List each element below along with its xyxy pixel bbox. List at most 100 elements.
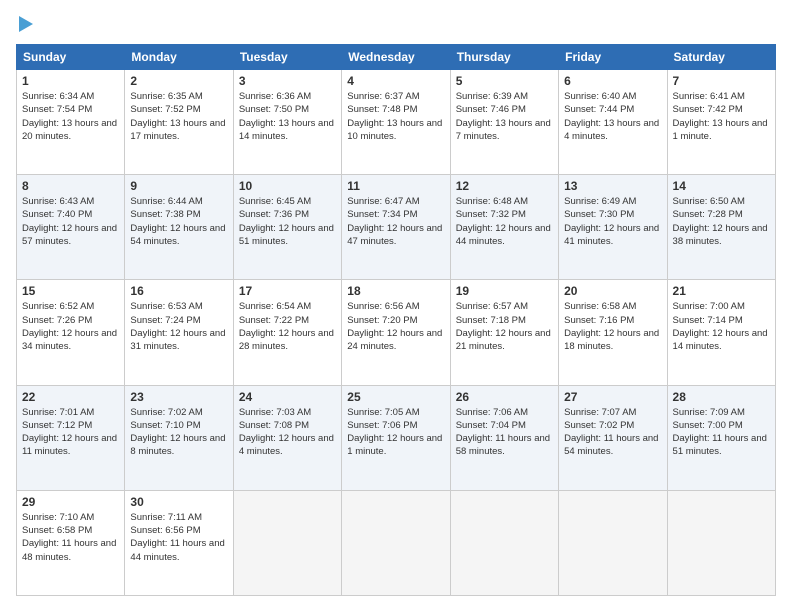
day-info: Sunrise: 6:48 AMSunset: 7:32 PMDaylight:… (456, 195, 553, 248)
calendar-cell: 8 Sunrise: 6:43 AMSunset: 7:40 PMDaylight… (17, 175, 125, 280)
day-info: Sunrise: 6:57 AMSunset: 7:18 PMDaylight:… (456, 300, 553, 353)
day-number: 19 (456, 284, 553, 298)
day-number: 1 (22, 74, 119, 88)
day-header-saturday: Saturday (667, 45, 775, 70)
day-number: 29 (22, 495, 119, 509)
header (16, 16, 776, 34)
calendar-week-row: 22Sunrise: 7:01 AMSunset: 7:12 PMDayligh… (17, 385, 776, 490)
day-header-friday: Friday (559, 45, 667, 70)
day-number: 3 (239, 74, 336, 88)
calendar-cell: 1 Sunrise: 6:34 AMSunset: 7:54 PMDaylight… (17, 70, 125, 175)
day-number: 7 (673, 74, 770, 88)
day-info: Sunrise: 6:56 AMSunset: 7:20 PMDaylight:… (347, 300, 444, 353)
calendar-cell: 14 Sunrise: 6:50 AMSunset: 7:28 PMDayligh… (667, 175, 775, 280)
calendar-table: SundayMondayTuesdayWednesdayThursdayFrid… (16, 44, 776, 596)
day-info: Sunrise: 6:39 AMSunset: 7:46 PMDaylight:… (456, 90, 553, 143)
day-number: 9 (130, 179, 227, 193)
day-number: 6 (564, 74, 661, 88)
day-info: Sunrise: 6:52 AMSunset: 7:26 PMDaylight:… (22, 300, 119, 353)
day-info: Sunrise: 7:02 AMSunset: 7:10 PMDaylight:… (130, 406, 227, 459)
day-info: Sunrise: 7:07 AMSunset: 7:02 PMDaylight:… (564, 406, 661, 459)
day-number: 13 (564, 179, 661, 193)
calendar-cell: 19 Sunrise: 6:57 AMSunset: 7:18 PMDayligh… (450, 280, 558, 385)
calendar-cell: 3 Sunrise: 6:36 AMSunset: 7:50 PMDaylight… (233, 70, 341, 175)
day-info: Sunrise: 6:40 AMSunset: 7:44 PMDaylight:… (564, 90, 661, 143)
calendar-cell: 24 Sunrise: 7:03 AMSunset: 7:08 PMDayligh… (233, 385, 341, 490)
day-number: 14 (673, 179, 770, 193)
day-number: 11 (347, 179, 444, 193)
day-info: Sunrise: 7:10 AMSunset: 6:58 PMDaylight:… (22, 511, 119, 564)
calendar-cell (667, 490, 775, 595)
calendar-cell: 18 Sunrise: 6:56 AMSunset: 7:20 PMDayligh… (342, 280, 450, 385)
calendar-cell: 17 Sunrise: 6:54 AMSunset: 7:22 PMDayligh… (233, 280, 341, 385)
calendar-cell: 16Sunrise: 6:53 AMSunset: 7:24 PMDayligh… (125, 280, 233, 385)
day-info: Sunrise: 7:05 AMSunset: 7:06 PMDaylight:… (347, 406, 444, 459)
calendar-cell: 4 Sunrise: 6:37 AMSunset: 7:48 PMDaylight… (342, 70, 450, 175)
day-number: 2 (130, 74, 227, 88)
calendar-cell: 25 Sunrise: 7:05 AMSunset: 7:06 PMDayligh… (342, 385, 450, 490)
calendar-header-row: SundayMondayTuesdayWednesdayThursdayFrid… (17, 45, 776, 70)
day-info: Sunrise: 6:36 AMSunset: 7:50 PMDaylight:… (239, 90, 336, 143)
calendar-cell: 10 Sunrise: 6:45 AMSunset: 7:36 PMDayligh… (233, 175, 341, 280)
day-info: Sunrise: 6:54 AMSunset: 7:22 PMDaylight:… (239, 300, 336, 353)
day-info: Sunrise: 7:06 AMSunset: 7:04 PMDaylight:… (456, 406, 553, 459)
calendar-cell: 13Sunrise: 6:49 AMSunset: 7:30 PMDayligh… (559, 175, 667, 280)
day-info: Sunrise: 7:03 AMSunset: 7:08 PMDaylight:… (239, 406, 336, 459)
day-number: 15 (22, 284, 119, 298)
calendar-cell: 26 Sunrise: 7:06 AMSunset: 7:04 PMDayligh… (450, 385, 558, 490)
day-number: 17 (239, 284, 336, 298)
day-number: 22 (22, 390, 119, 404)
calendar-cell: 15 Sunrise: 6:52 AMSunset: 7:26 PMDayligh… (17, 280, 125, 385)
calendar-cell: 5Sunrise: 6:39 AMSunset: 7:46 PMDaylight… (450, 70, 558, 175)
day-number: 8 (22, 179, 119, 193)
calendar-cell: 20 Sunrise: 6:58 AMSunset: 7:16 PMDayligh… (559, 280, 667, 385)
calendar-cell (559, 490, 667, 595)
day-header-sunday: Sunday (17, 45, 125, 70)
calendar-cell: 2Sunrise: 6:35 AMSunset: 7:52 PMDaylight… (125, 70, 233, 175)
day-info: Sunrise: 6:34 AMSunset: 7:54 PMDaylight:… (22, 90, 119, 143)
calendar-cell: 29 Sunrise: 7:10 AMSunset: 6:58 PMDayligh… (17, 490, 125, 595)
day-info: Sunrise: 6:58 AMSunset: 7:16 PMDaylight:… (564, 300, 661, 353)
logo-arrow-icon (19, 16, 33, 32)
day-number: 24 (239, 390, 336, 404)
day-number: 26 (456, 390, 553, 404)
calendar-week-row: 8 Sunrise: 6:43 AMSunset: 7:40 PMDaylight… (17, 175, 776, 280)
calendar-cell: 11 Sunrise: 6:47 AMSunset: 7:34 PMDayligh… (342, 175, 450, 280)
day-number: 23 (130, 390, 227, 404)
day-number: 16 (130, 284, 227, 298)
day-number: 27 (564, 390, 661, 404)
calendar-cell (342, 490, 450, 595)
day-info: Sunrise: 7:09 AMSunset: 7:00 PMDaylight:… (673, 406, 770, 459)
day-info: Sunrise: 6:37 AMSunset: 7:48 PMDaylight:… (347, 90, 444, 143)
day-info: Sunrise: 6:47 AMSunset: 7:34 PMDaylight:… (347, 195, 444, 248)
calendar-cell: 6 Sunrise: 6:40 AMSunset: 7:44 PMDaylight… (559, 70, 667, 175)
day-header-monday: Monday (125, 45, 233, 70)
day-number: 12 (456, 179, 553, 193)
calendar-cell: 30 Sunrise: 7:11 AMSunset: 6:56 PMDayligh… (125, 490, 233, 595)
day-info: Sunrise: 6:45 AMSunset: 7:36 PMDaylight:… (239, 195, 336, 248)
day-info: Sunrise: 7:11 AMSunset: 6:56 PMDaylight:… (130, 511, 227, 564)
page: SundayMondayTuesdayWednesdayThursdayFrid… (0, 0, 792, 612)
calendar-cell: 22Sunrise: 7:01 AMSunset: 7:12 PMDayligh… (17, 385, 125, 490)
day-info: Sunrise: 6:43 AMSunset: 7:40 PMDaylight:… (22, 195, 119, 248)
day-header-tuesday: Tuesday (233, 45, 341, 70)
calendar-cell: 23 Sunrise: 7:02 AMSunset: 7:10 PMDayligh… (125, 385, 233, 490)
day-number: 10 (239, 179, 336, 193)
day-header-wednesday: Wednesday (342, 45, 450, 70)
calendar-cell: 12 Sunrise: 6:48 AMSunset: 7:32 PMDayligh… (450, 175, 558, 280)
calendar-cell: 21Sunrise: 7:00 AMSunset: 7:14 PMDayligh… (667, 280, 775, 385)
day-info: Sunrise: 6:50 AMSunset: 7:28 PMDaylight:… (673, 195, 770, 248)
day-number: 30 (130, 495, 227, 509)
day-number: 28 (673, 390, 770, 404)
calendar-cell: 28 Sunrise: 7:09 AMSunset: 7:00 PMDayligh… (667, 385, 775, 490)
day-number: 4 (347, 74, 444, 88)
day-info: Sunrise: 6:44 AMSunset: 7:38 PMDaylight:… (130, 195, 227, 248)
calendar-cell: 7Sunrise: 6:41 AMSunset: 7:42 PMDaylight… (667, 70, 775, 175)
day-number: 18 (347, 284, 444, 298)
day-number: 20 (564, 284, 661, 298)
calendar-cell: 9 Sunrise: 6:44 AMSunset: 7:38 PMDaylight… (125, 175, 233, 280)
logo (16, 16, 33, 34)
day-header-thursday: Thursday (450, 45, 558, 70)
day-number: 25 (347, 390, 444, 404)
calendar-week-row: 29 Sunrise: 7:10 AMSunset: 6:58 PMDayligh… (17, 490, 776, 595)
